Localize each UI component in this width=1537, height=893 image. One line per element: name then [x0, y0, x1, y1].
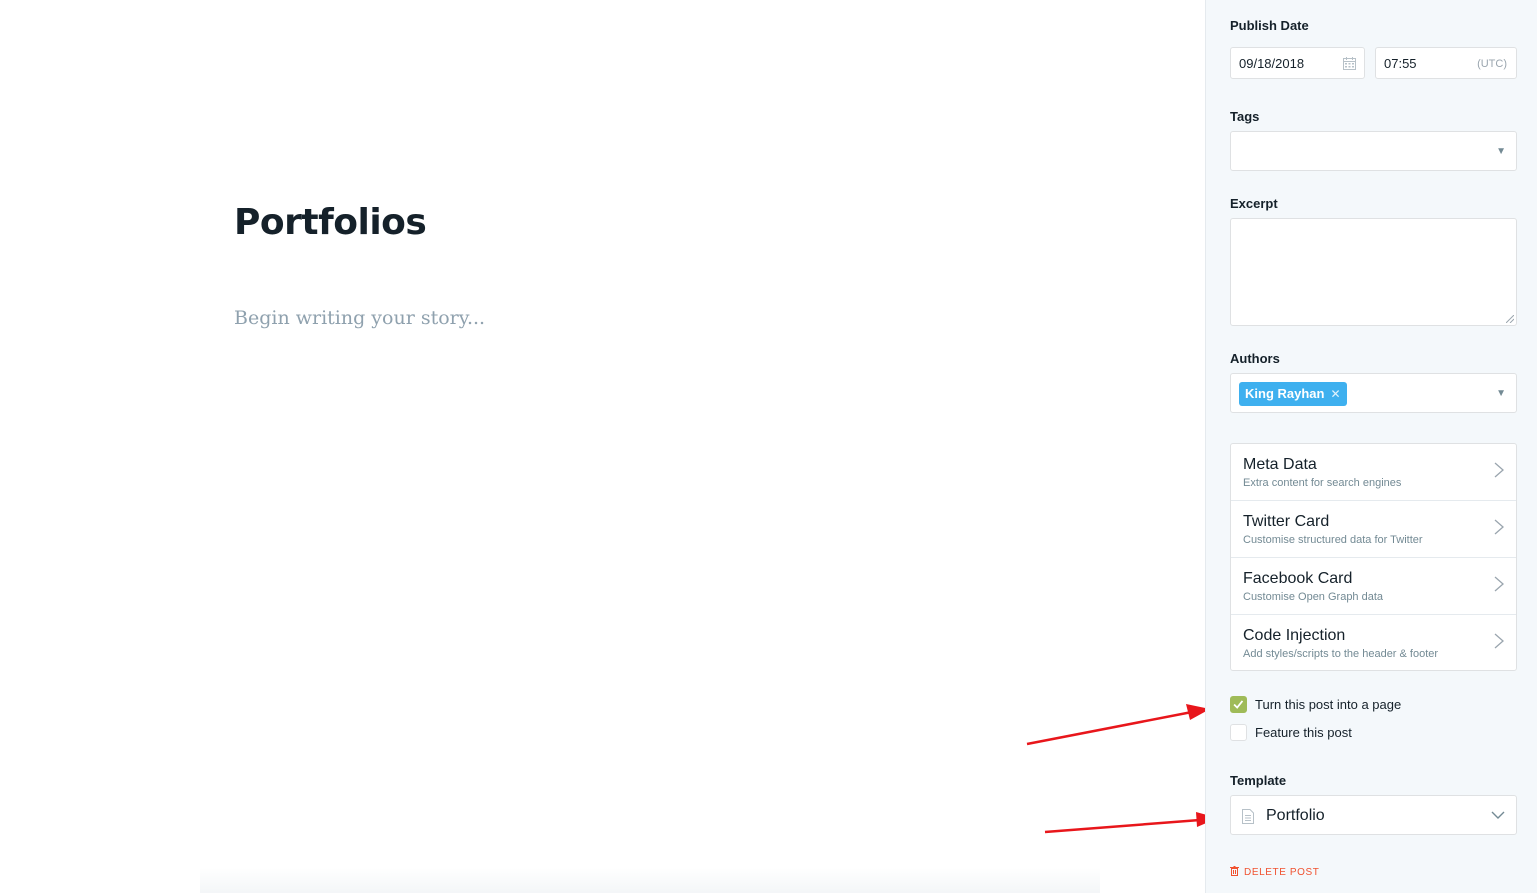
menu-item-facebook-card[interactable]: Facebook Card Customise Open Graph data: [1231, 558, 1516, 615]
menu-item-title: Meta Data: [1243, 456, 1317, 473]
menu-item-meta-data[interactable]: Meta Data Extra content for search engin…: [1231, 444, 1516, 501]
menu-item-description: Add styles/scripts to the header & foote…: [1243, 648, 1439, 660]
caret-down-icon: ▼: [1496, 388, 1506, 399]
close-icon[interactable]: ✕: [1330, 387, 1340, 401]
timezone-label: (UTC): [1477, 58, 1507, 70]
post-body-placeholder[interactable]: Begin writing your story...: [234, 307, 485, 329]
editor-pane: Portfolios Begin writing your story...: [0, 0, 1205, 893]
checkmark-icon: [1233, 700, 1244, 709]
feature-checkbox[interactable]: [1230, 724, 1247, 741]
resize-handle-icon[interactable]: [1506, 315, 1514, 323]
publish-time-input[interactable]: 07:55 (UTC): [1375, 47, 1517, 79]
page-checkbox-label: Turn this post into a page: [1255, 697, 1402, 712]
menu-item-title: Facebook Card: [1243, 570, 1353, 587]
template-select[interactable]: Portfolio: [1230, 795, 1517, 835]
authors-select[interactable]: King Rayhan ✕ ▼: [1230, 373, 1517, 413]
excerpt-textarea[interactable]: [1230, 218, 1517, 326]
tags-select[interactable]: ▼: [1230, 131, 1517, 171]
menu-item-title: Code Injection: [1243, 627, 1346, 644]
post-title[interactable]: Portfolios: [234, 202, 427, 243]
menu-item-twitter-card[interactable]: Twitter Card Customise structured data f…: [1231, 501, 1516, 558]
menu-item-description: Customise Open Graph data: [1243, 591, 1384, 603]
feature-checkbox-label: Feature this post: [1255, 725, 1352, 740]
chevron-right-icon: [1494, 462, 1504, 478]
excerpt-label: Excerpt: [1230, 196, 1278, 211]
chevron-down-icon: [1491, 811, 1505, 819]
publish-time-value: 07:55: [1384, 56, 1417, 71]
page-checkbox[interactable]: [1230, 696, 1247, 713]
template-label: Template: [1230, 773, 1287, 788]
caret-down-icon: ▼: [1496, 146, 1506, 157]
menu-item-description: Extra content for search engines: [1243, 477, 1402, 489]
chevron-right-icon: [1494, 633, 1504, 649]
publish-date-value: 09/18/2018: [1239, 56, 1305, 71]
delete-post-label: DELETE POST: [1244, 867, 1320, 878]
publish-date-input[interactable]: 09/18/2018: [1230, 47, 1365, 79]
template-value: Portfolio: [1266, 807, 1325, 824]
author-token[interactable]: King Rayhan ✕: [1239, 382, 1347, 406]
delete-post-button[interactable]: DELETE POST: [1230, 866, 1320, 878]
chevron-right-icon: [1494, 576, 1504, 592]
post-settings-sidebar: Publish Date 09/18/2018 07:55 (UTC) Tags…: [1205, 0, 1537, 893]
tags-label: Tags: [1230, 109, 1260, 124]
menu-item-code-injection[interactable]: Code Injection Add styles/scripts to the…: [1231, 615, 1516, 670]
menu-item-description: Customise structured data for Twitter: [1243, 534, 1423, 546]
editor-bottom-shadow: [200, 868, 1100, 893]
chevron-right-icon: [1494, 519, 1504, 535]
settings-menu: Meta Data Extra content for search engin…: [1230, 443, 1517, 671]
author-name: King Rayhan: [1245, 386, 1325, 401]
calendar-icon[interactable]: [1343, 57, 1356, 70]
trash-icon: [1230, 866, 1239, 876]
document-icon: [1242, 809, 1254, 824]
authors-label: Authors: [1230, 351, 1280, 366]
publish-date-label: Publish Date: [1230, 18, 1309, 33]
menu-item-title: Twitter Card: [1243, 513, 1330, 530]
